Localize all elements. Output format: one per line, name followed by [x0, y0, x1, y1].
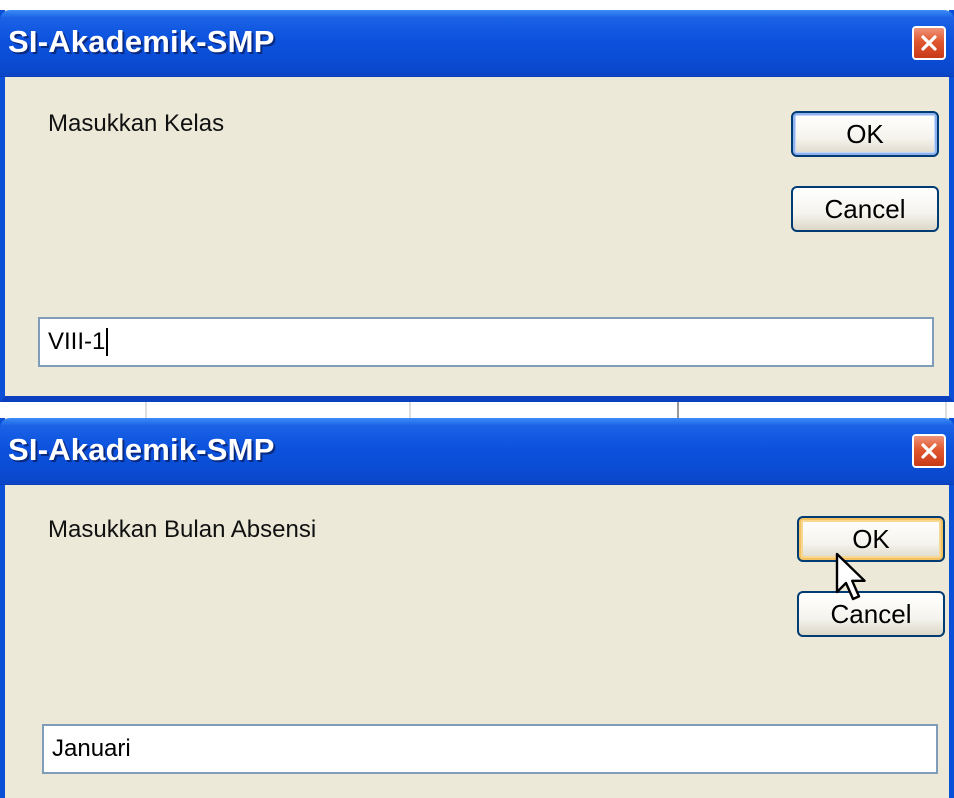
title-bar[interactable]: SI-Akademik-SMP	[0, 418, 954, 485]
prompt-label: Masukkan Bulan Absensi	[48, 516, 317, 543]
background-window-fragment	[0, 402, 954, 418]
mouse-pointer-icon	[835, 552, 866, 601]
input-dialog-bulan-absensi: SI-Akademik-SMP Masukkan Bulan Absensi O…	[0, 418, 954, 798]
cancel-button[interactable]: Cancel	[791, 186, 939, 232]
input-value: Januari	[52, 735, 131, 762]
close-icon	[921, 35, 937, 51]
ok-button[interactable]: OK	[797, 516, 945, 562]
title-bar[interactable]: SI-Akademik-SMP	[0, 10, 954, 77]
input-dialog-kelas: SI-Akademik-SMP Masukkan Kelas OK Cancel…	[0, 10, 954, 402]
bulan-absensi-input[interactable]: Januari	[42, 724, 938, 774]
dialog-title: SI-Akademik-SMP	[8, 24, 275, 59]
close-button[interactable]	[912, 434, 946, 468]
kelas-input[interactable]: VIII-1	[38, 317, 934, 367]
prompt-label: Masukkan Kelas	[48, 110, 225, 137]
close-icon	[921, 443, 937, 459]
ok-button[interactable]: OK	[791, 111, 939, 157]
cancel-button[interactable]: Cancel	[797, 591, 945, 637]
input-value: VIII-1	[48, 328, 106, 355]
close-button[interactable]	[912, 26, 946, 60]
dialog-title: SI-Akademik-SMP	[8, 432, 275, 467]
text-caret	[106, 328, 109, 356]
